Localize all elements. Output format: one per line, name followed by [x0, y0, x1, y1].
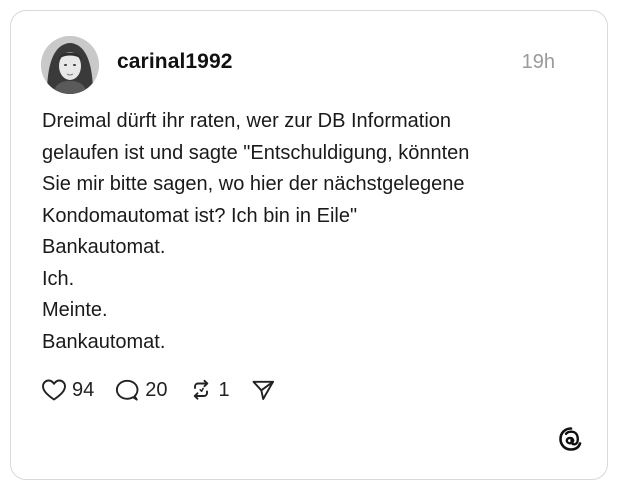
post-text-line: Bankautomat.	[42, 236, 166, 258]
post-timestamp: 19h	[521, 51, 555, 73]
post-text: Dreimal dürft ihr raten, wer zur DB Info…	[42, 106, 582, 358]
threads-post-card: carinal1992 19h Dreimal dürft ihr raten,…	[10, 10, 608, 480]
post-text-line: Sie mir bitte sagen, wo hier der nächstg…	[42, 173, 465, 195]
post-text-line: Bankautomat.	[42, 330, 166, 353]
post-actions: 94 20 1	[41, 375, 296, 405]
avatar-photo	[41, 36, 99, 94]
post-text-line: Meinte.	[42, 299, 108, 321]
avatar[interactable]	[41, 36, 99, 94]
share-button[interactable]	[250, 378, 276, 402]
reply-button[interactable]: 20	[114, 378, 168, 402]
threads-logo-icon	[557, 425, 585, 453]
post-text-line: Ich.	[42, 267, 75, 290]
repost-count: 1	[218, 378, 230, 401]
username[interactable]: carinal1992	[117, 50, 233, 74]
heart-icon	[42, 379, 66, 401]
speech-bubble-icon	[116, 379, 139, 401]
post-text-line: Kondomautomat ist? Ich bin in Eile"	[42, 204, 358, 227]
send-icon	[252, 380, 274, 400]
post-text-line: gelaufen ist und sagte "Entschuldigung, …	[42, 141, 470, 164]
reply-count: 20	[145, 378, 168, 401]
repost-button[interactable]: 1	[188, 378, 230, 402]
like-button[interactable]: 94	[41, 378, 94, 402]
post-text-line: Dreimal dürft ihr raten, wer zur DB Info…	[42, 110, 452, 132]
like-count: 94	[72, 378, 95, 401]
repost-icon	[193, 379, 208, 400]
